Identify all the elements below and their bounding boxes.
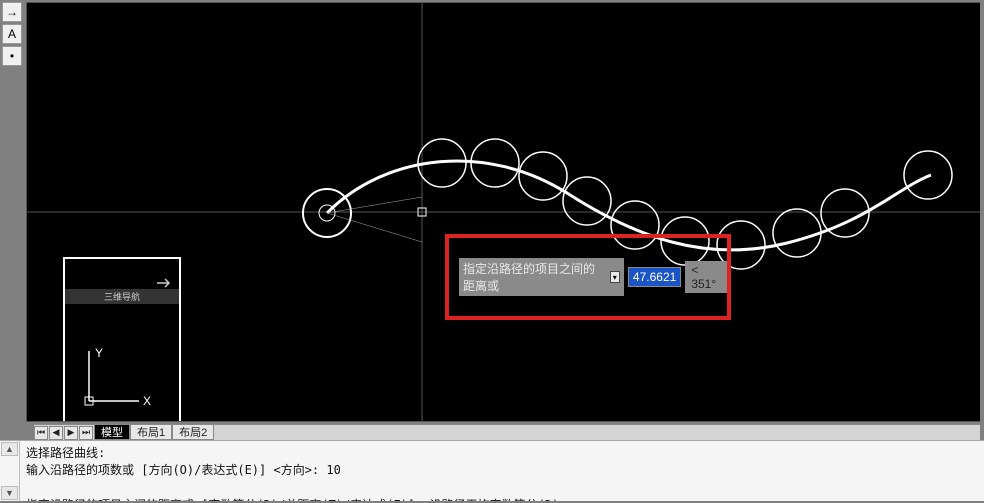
dynamic-input-prompt-text: 指定沿路径的项目之间的距离或 [463,260,604,294]
command-line [26,480,978,497]
nav-panel-label: 三维导航 [65,289,179,304]
tab-nav-first[interactable]: ⏮ [34,426,48,440]
drawing-area[interactable]: 指定沿路径的项目之间的距离或 47.6621 < 351° 三维导航 Y X [26,2,980,422]
dynamic-input-angle[interactable]: < 351° [685,261,727,293]
ucs-icon: Y X [81,345,161,422]
tool-icon-text[interactable]: A [2,24,22,44]
dynamic-input-box: 指定沿路径的项目之间的距离或 47.6621 < 351° [445,234,731,320]
command-line: 选择路径曲线: [26,445,978,462]
left-toolbar: → A • [2,2,24,66]
tab-layout2[interactable]: 布局2 [172,425,214,440]
tab-layout1[interactable]: 布局1 [130,425,172,440]
command-line: 指定沿路径的项目之间的距离或 [定数等分(D)/总距离(T)/表达式(E)] <… [26,497,978,501]
ucs-y-label: Y [95,346,103,360]
layout-tabs: ⏮ ◀ ▶ ⏭ 模型 布局1 布局2 [34,424,980,440]
dynamic-input-prompt: 指定沿路径的项目之间的距离或 [459,258,624,296]
dynamic-input-distance[interactable]: 47.6621 [628,267,681,287]
tab-nav-last[interactable]: ⏭ [79,426,93,440]
tool-icon-handle[interactable]: • [2,46,22,66]
tab-model[interactable]: 模型 [94,425,130,440]
command-scroll: ▲ ▼ [0,441,20,501]
tab-nav-next[interactable]: ▶ [64,426,78,440]
command-scroll-up[interactable]: ▲ [1,442,18,456]
command-history[interactable]: 选择路径曲线: 输入沿路径的项数或 [方向(O)/表达式(E)] <方向>: 1… [20,441,984,501]
command-scroll-down[interactable]: ▼ [1,486,18,500]
tool-icon-measure[interactable]: → [2,2,22,22]
tab-track [214,428,980,438]
nav-arrow-icon [155,277,175,289]
tab-nav-prev[interactable]: ◀ [49,426,63,440]
command-line-panel: ▲ ▼ 选择路径曲线: 输入沿路径的项数或 [方向(O)/表达式(E)] <方向… [0,440,984,501]
ucs-x-label: X [143,394,151,408]
dynamic-input-dropdown-icon[interactable] [610,271,620,283]
command-line: 输入沿路径的项数或 [方向(O)/表达式(E)] <方向>: 10 [26,462,978,479]
